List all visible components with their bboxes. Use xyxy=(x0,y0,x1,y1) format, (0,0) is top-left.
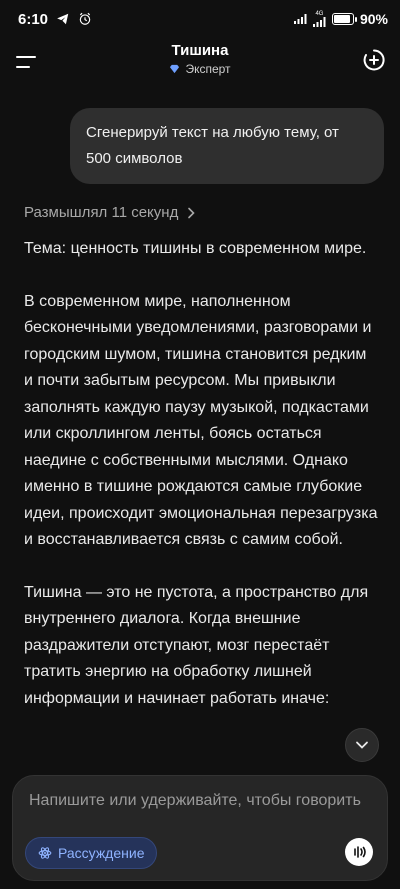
reasoning-label: Рассуждение xyxy=(58,845,145,861)
chevron-down-icon xyxy=(356,741,368,749)
assistant-answer: Тема: ценность тишины в современном мире… xyxy=(24,236,379,738)
atom-icon xyxy=(38,847,52,859)
mode-selector[interactable]: Эксперт xyxy=(169,62,231,76)
telegram-icon xyxy=(57,13,69,25)
alarm-icon xyxy=(79,12,91,25)
status-bar: 6:10 4G 90% xyxy=(0,0,400,38)
mode-label: Эксперт xyxy=(185,62,231,76)
app-screen: 6:10 4G 90% Тишина Эксперт Сгенерируй те… xyxy=(0,0,400,889)
signal-icon xyxy=(293,14,307,24)
signal-4g-icon: 4G xyxy=(312,11,326,27)
answer-paragraph: В современном мире, наполненном бесконеч… xyxy=(24,292,378,549)
reasoning-toggle[interactable]: Рассуждение xyxy=(25,837,158,869)
message-input[interactable] xyxy=(29,792,375,810)
thinking-toggle[interactable]: Размышлял 11 секунд xyxy=(24,204,196,221)
status-right-group: 4G 90% xyxy=(293,11,388,27)
voice-wave-icon xyxy=(354,846,366,858)
chat-header: Тишина Эксперт xyxy=(0,38,400,86)
user-message-bubble[interactable]: Сгенерируй текст на любую тему, от 500 с… xyxy=(70,108,384,184)
diamond-icon xyxy=(170,64,180,74)
user-message-text: Сгенерируй текст на любую тему, от 500 с… xyxy=(86,124,339,167)
chat-title: Тишина xyxy=(171,42,229,59)
battery-percent: 90% xyxy=(359,11,388,27)
new-chat-icon[interactable] xyxy=(362,48,386,72)
scroll-down-button[interactable] xyxy=(345,728,379,762)
status-time: 6:10 xyxy=(18,10,49,28)
chevron-right-icon xyxy=(188,207,195,218)
thinking-label: Размышлял 11 секунд xyxy=(24,204,179,221)
answer-paragraph: Тишина — это не пустота, а пространство … xyxy=(24,583,369,707)
header-title-group[interactable]: Тишина Эксперт xyxy=(0,42,400,79)
message-composer: Рассуждение xyxy=(12,775,388,881)
battery-icon xyxy=(331,13,357,25)
status-notification-icons xyxy=(56,12,92,26)
voice-input-button[interactable] xyxy=(345,838,373,866)
answer-paragraph: Тема: ценность тишины в современном мире… xyxy=(24,240,367,257)
